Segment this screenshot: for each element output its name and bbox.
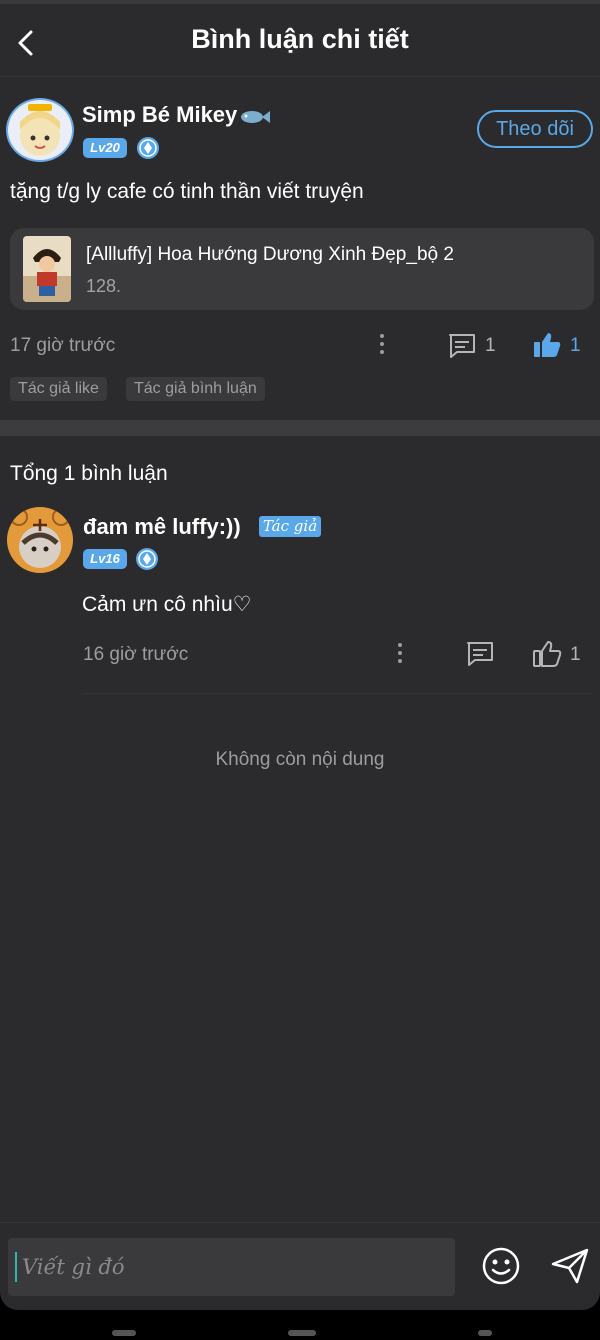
tag-author-like: Tác giả like [10,377,107,401]
follow-button[interactable]: Theo dõi [477,110,593,148]
comment-more-options-icon[interactable] [397,643,403,667]
top-bar: Bình luận chi tiết [0,0,600,80]
book-title: [Allluffy] Hoa Hướng Dương Xinh Đẹp_bộ 2 [86,244,454,265]
comment-text: Cảm ưn cô nhìu♡ [82,593,252,616]
comment-input[interactable] [8,1238,455,1296]
post-author-avatar[interactable] [6,98,74,162]
post-timestamp: 17 giờ trước [10,335,116,356]
post-like-icon[interactable] [532,331,562,359]
fish-icon [241,111,270,123]
commenter-avatar[interactable] [7,507,73,573]
tiger-avatar-icon [7,507,73,573]
commenter-level-badge: Lv16 [83,549,127,569]
commenter-verified-icon [136,548,158,570]
comment-divider [82,693,592,694]
book-card[interactable]: [Allluffy] Hoa Hướng Dương Xinh Đẹp_bộ 2… [10,228,594,310]
header-divider [0,76,600,77]
book-chapter: 128. [86,276,122,296]
post-more-options-icon[interactable] [379,334,385,358]
section-separator [0,420,600,436]
post-like-count: 1 [570,335,581,356]
comment-timestamp: 16 giờ trước [83,644,189,665]
post-author-level-badge: Lv20 [83,138,127,158]
post-author-name[interactable]: Simp Bé Mikey [82,102,237,128]
book-cover-image [23,236,71,302]
post-comment-icon[interactable] [447,332,477,360]
screen: Bình luận chi tiết Simp Bé Mikey Lv20 Th… [0,0,600,1310]
commenter-name[interactable]: đam mê luffy:)) [83,514,241,540]
page-title: Bình luận chi tiết [191,24,409,54]
text-caret [15,1252,17,1282]
emoji-icon[interactable] [481,1246,521,1286]
system-nav-back[interactable] [478,1330,492,1336]
author-badge: Tác giả [259,516,321,537]
comment-like-count: 1 [570,644,581,665]
end-of-content-label: Không còn nội dung [215,749,385,770]
composer-divider [0,1222,600,1223]
post-text: tặng t/g ly cafe có tinh thần viết truyệ… [10,180,364,203]
comment-like-icon[interactable] [532,640,562,668]
comment-composer [0,1222,600,1310]
post-author-verified-icon [137,137,159,159]
total-comments-label: Tổng 1 bình luận [10,462,168,485]
system-nav-home[interactable] [288,1330,316,1336]
send-icon[interactable] [549,1246,591,1286]
system-nav-recents[interactable] [112,1330,136,1336]
comment-reply-icon[interactable] [465,640,495,668]
tag-author-comment: Tác giả bình luận [126,377,265,401]
writer-avatar-icon [20,104,60,156]
post-comment-count: 1 [485,335,496,356]
